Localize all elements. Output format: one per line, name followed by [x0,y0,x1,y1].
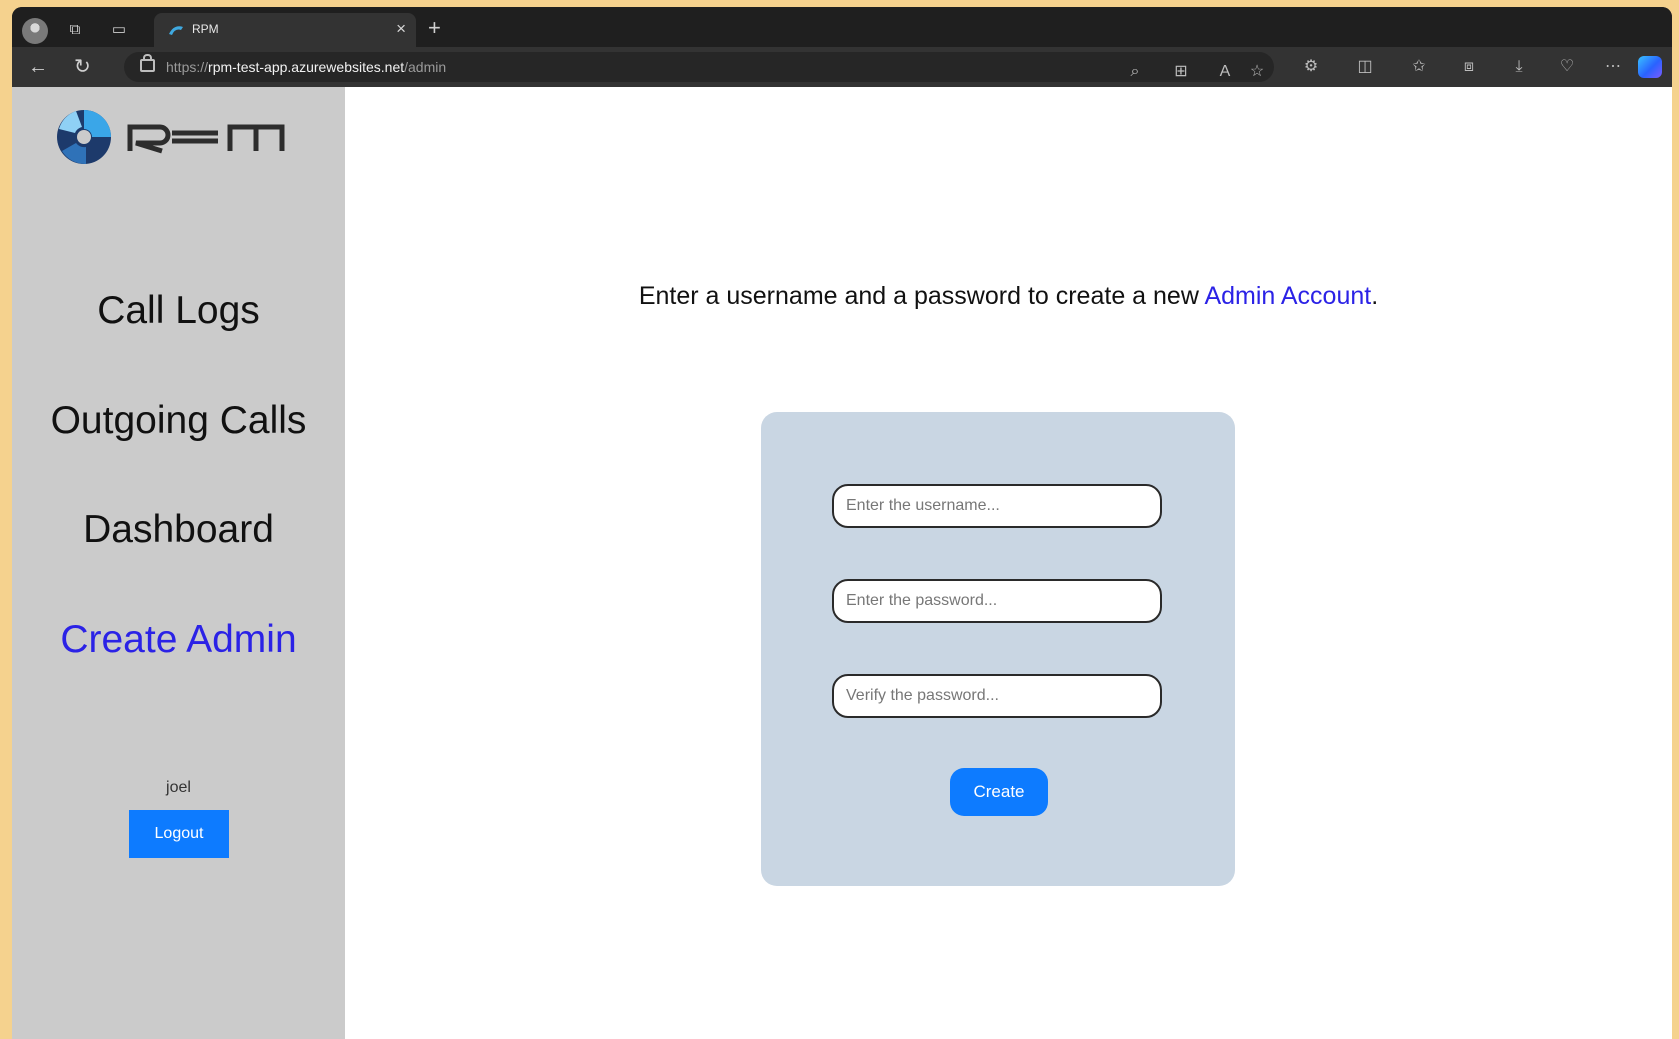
refresh-icon[interactable]: ↻ [74,55,91,79]
rpm-logo-icon [57,110,285,165]
copilot-icon[interactable] [1638,56,1662,78]
profile-avatar-icon[interactable] [22,18,48,44]
extensions-icon[interactable]: ⚙ [1300,57,1322,77]
create-button[interactable]: Create [950,768,1048,816]
url-scheme: https:// [166,59,209,75]
intro-text: Enter a username and a password to creat… [345,282,1672,311]
tab-actions-icon[interactable]: ▭ [108,19,130,41]
rpm-favicon-icon [169,26,183,35]
username-input[interactable] [832,484,1162,528]
app-grid-icon[interactable]: ⊞ [1170,62,1192,82]
url-path: /admin [404,59,447,75]
tab-strip: ⧉ ▭ RPM × + [12,7,1672,47]
address-bar[interactable]: https://rpm-test-app.azurewebsites.net/a… [124,52,1274,82]
lock-icon [140,54,155,72]
tab-title: RPM [192,22,219,36]
tab-close-icon[interactable]: × [396,19,406,39]
intro-lead: Enter a username and a password to creat… [638,282,1205,310]
split-screen-icon[interactable]: ◫ [1354,57,1376,77]
collections-icon[interactable]: ⧈ [1458,57,1480,77]
favorite-star-icon[interactable]: ☆ [1246,62,1268,82]
workspaces-icon[interactable]: ⧉ [64,19,86,41]
more-options-icon[interactable]: ⋯ [1602,57,1624,77]
current-username: joel [166,779,191,796]
nav-call-logs[interactable]: Call Logs [12,289,345,333]
search-icon[interactable]: ⌕ [1124,62,1146,82]
verify-password-input[interactable] [832,674,1162,718]
intro-highlight: Admin Account [1204,282,1372,310]
web-page: Call Logs Outgoing Calls Dashboard Creat… [12,87,1672,1039]
new-tab-button[interactable]: + [428,17,441,39]
address-toolbar: ← ↻ https://rpm-test-app.azurewebsites.n… [12,47,1672,87]
read-aloud-icon[interactable]: A [1214,62,1236,82]
favorites-icon[interactable]: ✩ [1408,57,1430,77]
back-arrow-icon[interactable]: ← [28,55,48,79]
logout-button[interactable]: Logout [129,810,229,858]
intro-end: . [1371,282,1379,310]
browser-essentials-icon[interactable]: ♡ [1556,57,1578,77]
browser-window: ⧉ ▭ RPM × + ← ↻ https://rpm-test-app.azu… [12,7,1672,1039]
create-admin-form: Create [761,412,1235,886]
nav-create-admin[interactable]: Create Admin [12,618,345,662]
browser-tab[interactable]: RPM × [154,13,416,47]
url-text: https://rpm-test-app.azurewebsites.net/a… [166,59,446,75]
url-host: rpm-test-app.azurewebsites.net [208,59,405,75]
main-content: Enter a username and a password to creat… [345,87,1672,1039]
nav-dashboard[interactable]: Dashboard [12,508,345,552]
nav-outgoing-calls[interactable]: Outgoing Calls [12,399,345,443]
downloads-icon[interactable]: ⤓ [1508,57,1530,77]
sidebar: Call Logs Outgoing Calls Dashboard Creat… [12,87,345,1039]
password-input[interactable] [832,579,1162,623]
